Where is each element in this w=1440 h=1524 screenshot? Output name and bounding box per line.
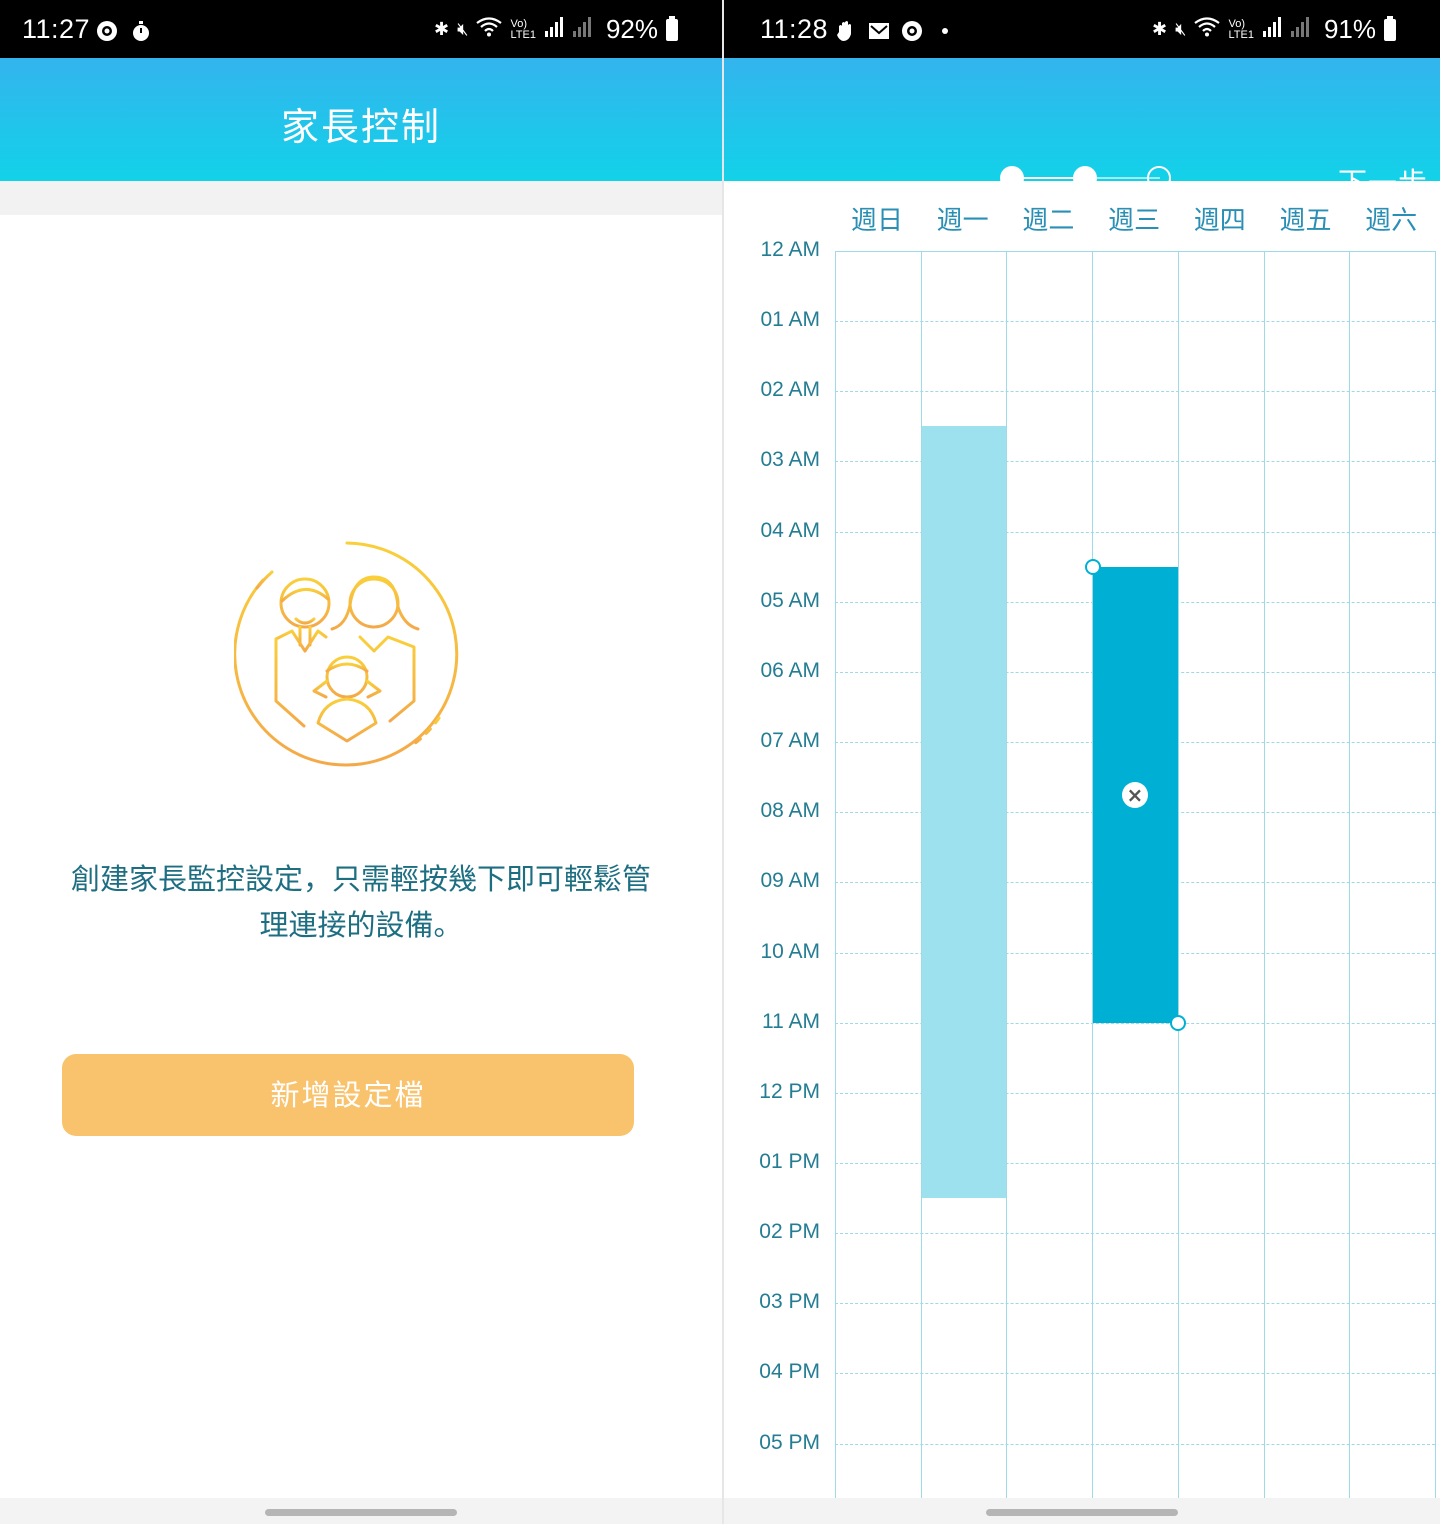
hour-gridline [835,1303,1435,1305]
time-label: 01 AM [760,308,820,332]
time-label: 05 PM [759,1430,820,1454]
battery-icon [666,15,678,41]
time-label: 10 AM [760,939,820,963]
home-indicator[interactable] [986,1509,1178,1516]
time-label: 12 PM [759,1079,820,1103]
signal-icon [544,17,564,42]
page-title: 家長控制 [280,105,441,149]
intro-description-line2: 理連接的設備。 [259,908,463,942]
hour-gridline [835,1443,1435,1445]
time-label: 01 PM [759,1149,820,1173]
parental-control-intro-screen: 11:27 ✱ 🔇︎ Vo) LTE1 92% 家長控制 創建家長監控設定，只需… [0,0,722,1524]
step-indicator [1000,165,1172,191]
time-label: 03 AM [760,448,820,472]
resize-handle-top[interactable] [1085,558,1102,575]
hand-icon [834,20,856,42]
day-column-line [1263,251,1265,1498]
notification-dot-icon [934,20,956,42]
media-play-icon [96,20,118,42]
day-header: 週二 [1022,206,1075,236]
schedule-screen: 11:28 ✱ 🔇︎ Vo) LTE1 91% 下一步 週日 週一 週二 週三 … [724,0,1440,1524]
day-header: 週日 [850,206,903,236]
mail-icon [868,20,890,42]
bluetooth-icon: ✱ [434,19,450,39]
time-label: 11 AM [762,1009,820,1033]
navigation-area [0,1498,722,1524]
signal-icon [1262,17,1282,42]
hour-gridline [835,1233,1435,1235]
status-time: 11:27 [22,14,91,44]
day-column-line [1434,251,1436,1498]
day-column-line [835,251,836,1498]
media-play-icon [901,20,923,42]
time-label: 07 AM [760,729,820,753]
intro-description: 創建家長監控設定，只需輕按幾下即可輕鬆管 理連接的設備。 [30,856,692,948]
battery-percent: 92% [605,14,658,44]
signal-roaming-icon [572,17,592,42]
day-column-line [1006,251,1008,1498]
volte-icon: Vo) LTE1 [510,17,536,41]
volte-icon: Vo) LTE1 [1228,17,1254,41]
time-label: 04 AM [760,518,820,542]
resize-handle-bottom[interactable] [1169,1014,1186,1031]
day-header: 週六 [1365,206,1418,236]
hour-gridline [835,391,1435,393]
app-header: 家長控制 [0,58,722,181]
bluetooth-icon: ✱ [1152,19,1168,39]
family-icon [233,541,460,767]
intro-description-line1: 創建家長監控設定，只需輕按幾下即可輕鬆管 [70,862,651,896]
day-column-line [1177,251,1179,1498]
battery-percent: 91% [1323,14,1376,44]
day-column-line [1349,251,1351,1498]
status-time: 11:28 [760,14,829,44]
wifi-icon [1194,17,1221,42]
stopwatch-icon [130,20,152,42]
signal-roaming-icon [1290,17,1310,42]
add-profile-button[interactable]: 新增設定檔 [62,1054,634,1136]
mute-icon: 🔇︎ [1175,19,1187,39]
time-label: 02 AM [760,378,820,402]
next-step-button[interactable]: 下一步 [1338,160,1428,202]
status-bar: 11:28 ✱ 🔇︎ Vo) LTE1 91% [724,0,1440,58]
time-label: 05 AM [760,588,820,612]
home-indicator[interactable] [265,1509,457,1516]
time-label: 09 AM [760,869,820,893]
day-header: 週四 [1193,206,1246,236]
app-header: 下一步 [724,58,1440,200]
time-label: 08 AM [760,799,820,823]
time-label: 06 AM [760,658,820,682]
close-icon[interactable]: × [1121,781,1148,808]
weekday-header: 週日 週一 週二 週三 週四 週五 週六 [834,200,1434,236]
step-dot-3 [1147,166,1171,190]
time-label: 02 PM [759,1220,820,1244]
time-label: 04 PM [759,1360,820,1384]
status-bar: 11:27 ✱ 🔇︎ Vo) LTE1 92% [0,0,722,58]
header-divider [0,181,722,215]
time-label: 12 AM [760,238,820,261]
battery-icon [1384,15,1396,41]
schedule-grid[interactable]: 12 AM 01 AM 02 AM 03 AM 04 AM 05 AM 06 AM 07 AM… [724,238,1440,1498]
day-header: 週五 [1279,206,1332,236]
navigation-area [724,1498,1440,1524]
time-label: 03 PM [759,1290,820,1314]
hour-gridline [835,321,1435,323]
step-dot-1 [1000,166,1024,190]
grid-top-border [835,251,1435,252]
schedule-block-saved[interactable] [921,426,1007,1199]
day-header: 週一 [936,206,989,236]
step-dot-2 [1073,166,1097,190]
day-header: 週三 [1108,206,1161,236]
mute-icon: 🔇︎ [457,19,469,39]
wifi-icon [476,17,503,42]
hour-gridline [835,1373,1435,1375]
